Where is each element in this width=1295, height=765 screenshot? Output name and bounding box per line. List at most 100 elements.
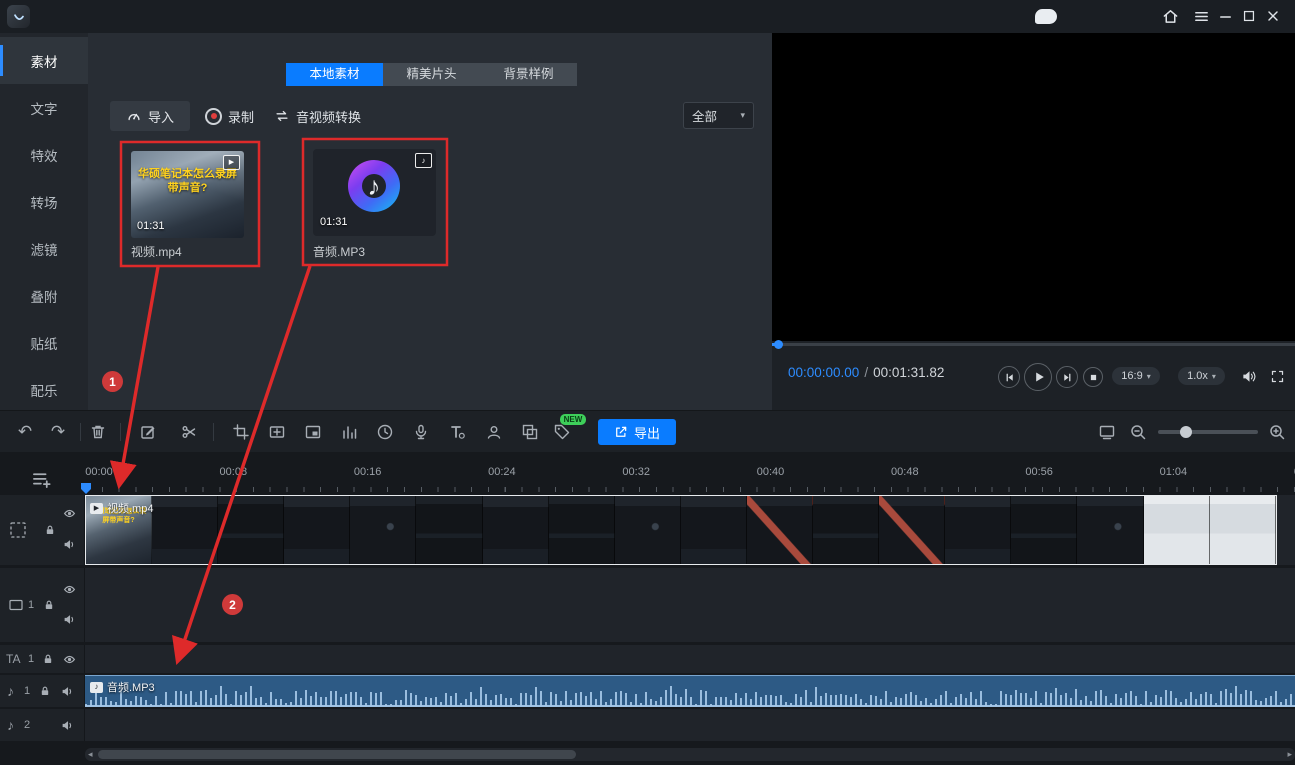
tab-local-media[interactable]: 本地素材: [286, 63, 383, 86]
undo-button[interactable]: ↶: [13, 420, 37, 444]
timeline-video-clip[interactable]: 华硕笔记本怎么录屏带声音? ▶ 视频.mp4: [85, 495, 1277, 565]
time-ruler[interactable]: 00:0000:0800:1600:2400:3200:4000:4800:56…: [85, 452, 1295, 494]
audio-type-badge-icon: ♪: [415, 153, 432, 168]
lock-icon[interactable]: [43, 523, 57, 537]
app-logo[interactable]: [7, 5, 30, 28]
minimize-button[interactable]: [1214, 5, 1236, 27]
import-button[interactable]: 导入: [110, 101, 190, 131]
scroll-left-icon[interactable]: ◂: [88, 748, 93, 761]
playhead-dot[interactable]: [774, 340, 783, 349]
sidebar-item-label: 文字: [31, 98, 58, 118]
sidebar-item-music[interactable]: 配乐: [0, 366, 88, 413]
keying-button[interactable]: [482, 420, 506, 444]
filmstrip-cell: [615, 496, 681, 564]
canvas-size-button[interactable]: [265, 420, 289, 444]
media-item-audio[interactable]: ♪ ♪ 01:31 音频.MP3: [313, 149, 436, 261]
tab-backgrounds[interactable]: 背景样例: [480, 63, 577, 86]
sidebar-item-material[interactable]: 素材: [0, 37, 88, 84]
redo-button[interactable]: ↷: [46, 420, 70, 444]
zoom-slider[interactable]: [1158, 430, 1258, 434]
voiceover-button[interactable]: [409, 420, 433, 444]
ruler-label: 00:56: [1025, 466, 1053, 478]
sidebar-item-filters[interactable]: 滤镜: [0, 225, 88, 272]
titlebar: [0, 0, 1295, 34]
aspect-ratio-dropdown[interactable]: 16:9 ▾: [1112, 367, 1160, 385]
filmstrip-cell: [1077, 496, 1143, 564]
stop-button[interactable]: [1083, 367, 1103, 387]
eye-icon[interactable]: [62, 582, 76, 596]
mute-icon[interactable]: [62, 537, 76, 551]
split-button[interactable]: [177, 420, 201, 444]
track-header-text-1: TA 1: [0, 645, 85, 673]
cloud-icon[interactable]: [1035, 9, 1057, 24]
pip-button[interactable]: [301, 420, 325, 444]
mute-icon[interactable]: [62, 612, 76, 626]
close-button[interactable]: [1262, 5, 1284, 27]
sidebar-item-stickers[interactable]: 贴纸: [0, 319, 88, 366]
eye-icon[interactable]: [62, 652, 76, 666]
filmstrip-cell: [350, 496, 416, 564]
track-number: 1: [28, 599, 34, 611]
filmstrip-cell: [747, 496, 813, 564]
filmstrip-cell: [218, 496, 284, 564]
maximize-button[interactable]: [1238, 5, 1260, 27]
sidebar-item-transitions[interactable]: 转场: [0, 178, 88, 225]
filmstrip-cell: [483, 496, 549, 564]
zoom-in-button[interactable]: [1265, 420, 1289, 444]
menu-button[interactable]: [1190, 5, 1212, 27]
step-forward-button[interactable]: [1056, 366, 1078, 388]
track-lane-video-1[interactable]: [85, 568, 1295, 642]
text-to-speech-button[interactable]: [445, 420, 469, 444]
filter-dropdown[interactable]: 全部 ▾: [683, 102, 754, 129]
track-lane-audio-2[interactable]: [85, 709, 1295, 741]
record-button[interactable]: 录制: [205, 101, 254, 131]
edit-button[interactable]: [136, 420, 160, 444]
track-lane-text-1[interactable]: [85, 645, 1295, 673]
scroll-right-icon[interactable]: ▸: [1287, 748, 1292, 761]
filmstrip-cell: [1210, 496, 1276, 564]
timeline-audio-clip[interactable]: ♪ 音频.MP3: [85, 675, 1295, 707]
timeline-scrollbar[interactable]: ◂ ▸: [85, 748, 1295, 761]
seek-bar[interactable]: [772, 343, 1295, 346]
speed-dropdown[interactable]: 1.0x ▾: [1178, 367, 1225, 385]
track-header-video-1: 1: [0, 568, 85, 642]
audio-levels-button[interactable]: [337, 420, 361, 444]
waveform-baseline: [85, 705, 1295, 707]
delete-button[interactable]: [86, 420, 110, 444]
overlay-template-button[interactable]: [518, 420, 542, 444]
track-header-audio-1: ♪ 1: [0, 675, 85, 707]
filmstrip-cell: [416, 496, 482, 564]
tab-intros[interactable]: 精美片头: [383, 63, 480, 86]
sidebar-item-effects[interactable]: 特效: [0, 131, 88, 178]
play-button[interactable]: [1024, 363, 1052, 391]
media-item-video[interactable]: 华硕笔记本怎么录屏带声音? ▶ 01:31 视频.mp4: [131, 151, 244, 261]
zoom-slider-thumb[interactable]: [1180, 426, 1192, 438]
export-icon: [614, 425, 628, 439]
convert-button[interactable]: 音视频转换: [274, 101, 361, 131]
lock-icon[interactable]: [41, 652, 55, 666]
export-button[interactable]: 导出: [598, 419, 676, 445]
filmstrip-cell: [681, 496, 747, 564]
video-thumbnail-caption: 华硕笔记本怎么录屏带声音?: [135, 167, 240, 195]
add-track-button[interactable]: [28, 466, 54, 492]
aspect-ratio-value: 16:9: [1121, 370, 1142, 382]
lock-icon[interactable]: [42, 598, 56, 612]
volume-button[interactable]: [1238, 365, 1260, 387]
eye-icon[interactable]: [62, 506, 76, 520]
audio-clip-name: 音频.MP3: [107, 679, 155, 695]
zoom-out-button[interactable]: [1126, 420, 1150, 444]
lock-icon[interactable]: [38, 684, 52, 698]
mute-icon[interactable]: [60, 718, 74, 732]
home-button[interactable]: [1159, 5, 1181, 27]
mute-icon[interactable]: [60, 684, 74, 698]
fit-timeline-button[interactable]: [1095, 420, 1119, 444]
fullscreen-button[interactable]: [1266, 365, 1288, 387]
sidebar-item-label: 配乐: [31, 380, 58, 400]
duration-button[interactable]: [373, 420, 397, 444]
video-viewport[interactable]: [772, 33, 1295, 341]
crop-button[interactable]: [229, 420, 253, 444]
step-back-button[interactable]: [998, 366, 1020, 388]
sidebar-item-overlay[interactable]: 叠附: [0, 272, 88, 319]
sidebar-item-text[interactable]: 文字: [0, 84, 88, 131]
scrollbar-thumb[interactable]: [98, 750, 576, 759]
